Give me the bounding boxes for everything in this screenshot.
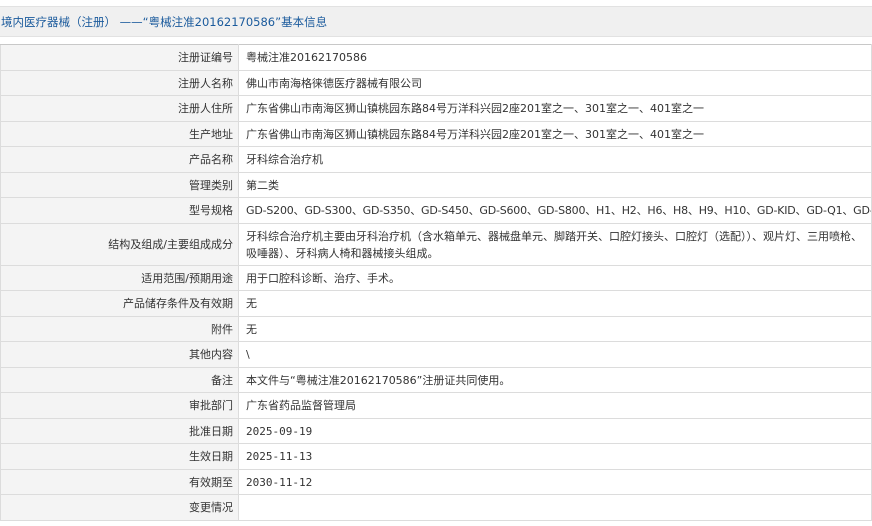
table-row-remarks: 备注 本文件与“粤械注准20162170586”注册证共同使用。 [0,367,872,393]
field-value: 粤械注准20162170586 [238,44,872,71]
field-value: 无 [238,316,872,342]
field-value: 无 [238,290,872,317]
field-label: 管理类别 [0,172,239,198]
field-value: 第二类 [238,172,872,198]
table-row-model-spec: 型号规格 GD-S200、GD-S300、GD-S350、GD-S450、GD-… [0,197,872,224]
field-label: 变更情况 [0,494,239,521]
field-value [238,494,872,521]
field-label: 生效日期 [0,443,239,470]
field-value: 牙科综合治疗机 [238,146,872,173]
field-label: 结构及组成/主要组成成分 [0,223,239,266]
title-registration-number: 粤械注准20162170586 [148,14,276,29]
title-suffix: ”基本信息 [275,14,328,29]
table-row-management-category: 管理类别 第二类 [0,172,872,198]
table-row-effective-date: 生效日期 2025-11-13 [0,443,872,470]
field-label: 有效期至 [0,469,239,495]
field-label: 产品名称 [0,146,239,173]
table-row-registrant-address: 注册人住所 广东省佛山市南海区狮山镇桃园东路84号万洋科兴园2座201室之一、3… [0,95,872,122]
page-title: 境内医疗器械（注册） ——“ 粤械注准20162170586 ”基本信息 [0,6,872,37]
field-label: 产品储存条件及有效期 [0,290,239,317]
field-value: 用于口腔科诊断、治疗、手术。 [238,265,872,291]
title-separator: ——“ [116,14,149,29]
table-row-intended-use: 适用范围/预期用途 用于口腔科诊断、治疗、手术。 [0,265,872,291]
table-row-registration-number: 注册证编号 粤械注准20162170586 [0,44,872,71]
table-row-other-content: 其他内容 \ [0,341,872,368]
field-label: 备注 [0,367,239,393]
field-label: 附件 [0,316,239,342]
field-value: 本文件与“粤械注准20162170586”注册证共同使用。 [238,367,872,393]
field-value: 广东省药品监督管理局 [238,392,872,419]
table-row-approval-department: 审批部门 广东省药品监督管理局 [0,392,872,419]
field-label: 其他内容 [0,341,239,368]
table-row-structure-composition: 结构及组成/主要组成成分 牙科综合治疗机主要由牙科治疗机（含水箱单元、器械盘单元… [0,223,872,266]
table-row-approval-date: 批准日期 2025-09-19 [0,418,872,444]
field-value: 佛山市南海格徕德医疗器械有限公司 [238,70,872,96]
table-row-valid-until: 有效期至 2030-11-12 [0,469,872,495]
field-label: 注册人名称 [0,70,239,96]
field-value: 2025-09-19 [238,418,872,444]
table-row-product-name: 产品名称 牙科综合治疗机 [0,146,872,173]
field-value: 广东省佛山市南海区狮山镇桃园东路84号万洋科兴园2座201室之一、301室之一、… [238,95,872,122]
field-value: 2030-11-12 [238,469,872,495]
field-label: 型号规格 [0,197,239,224]
field-value: \ [238,341,872,368]
field-label: 适用范围/预期用途 [0,265,239,291]
basic-info-table: 注册证编号 粤械注准20162170586 注册人名称 佛山市南海格徕德医疗器械… [0,44,872,521]
field-label: 审批部门 [0,392,239,419]
field-value: GD-S200、GD-S300、GD-S350、GD-S450、GD-S600、… [238,197,872,224]
table-row-production-address: 生产地址 广东省佛山市南海区狮山镇桃园东路84号万洋科兴园2座201室之一、30… [0,121,872,147]
field-value: 广东省佛山市南海区狮山镇桃园东路84号万洋科兴园2座201室之一、301室之一、… [238,121,872,147]
table-row-change-history: 变更情况 [0,494,872,521]
table-row-attachment: 附件 无 [0,316,872,342]
field-value: 2025-11-13 [238,443,872,470]
field-value: 牙科综合治疗机主要由牙科治疗机（含水箱单元、器械盘单元、脚踏开关、口腔灯接头、口… [238,223,872,266]
title-prefix: 境内医疗器械（注册） [1,14,116,29]
page: 境内医疗器械（注册） ——“ 粤械注准20162170586 ”基本信息 注册证编号… [0,0,872,526]
field-label: 注册证编号 [0,44,239,71]
field-label: 生产地址 [0,121,239,147]
field-label: 注册人住所 [0,95,239,122]
field-label: 批准日期 [0,418,239,444]
table-row-storage-validity: 产品储存条件及有效期 无 [0,290,872,317]
table-row-registrant-name: 注册人名称 佛山市南海格徕德医疗器械有限公司 [0,70,872,96]
